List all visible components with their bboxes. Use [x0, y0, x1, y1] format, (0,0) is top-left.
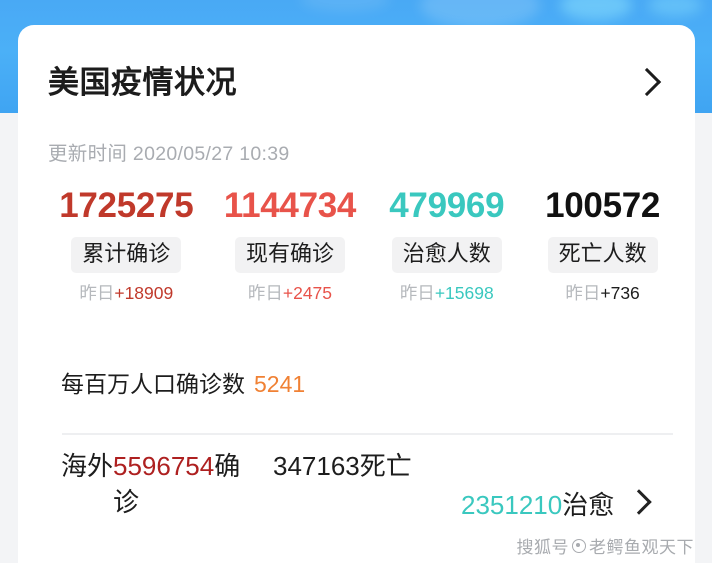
stat-value: 1144734 [223, 186, 357, 225]
cases-per-million-label: 每百万人口确诊数 [61, 371, 245, 397]
banner-decoration-shape [420, 0, 540, 28]
circle-dot-icon [572, 538, 586, 553]
stat-label: 现有确诊 [234, 237, 345, 273]
stat-delta-prefix: 昨日 [565, 282, 601, 303]
cases-per-million-row: 每百万人口确诊数 5241 [61, 373, 305, 396]
overseas-healed-unit: 治愈 [562, 490, 615, 520]
overseas-confirmed-number: 5596754 [113, 451, 215, 481]
stat-value: 1725275 [59, 186, 194, 225]
stat-delta-value: +2475 [282, 282, 333, 303]
overseas-deaths: 347163死亡 [273, 449, 433, 485]
stat-delta-prefix: 昨日 [79, 282, 115, 303]
stat-delta: 昨日+18909 [79, 282, 174, 303]
overseas-label: 海外 [61, 451, 114, 481]
stat-delta-prefix: 昨日 [399, 282, 435, 303]
overseas-expand-button[interactable] [626, 449, 660, 516]
stat-recovered[interactable]: 479969 治愈人数 昨日+15698 [369, 185, 524, 302]
stat-deaths[interactable]: 100572 死亡人数 昨日+736 [524, 185, 681, 302]
stat-delta: 昨日+2475 [247, 282, 333, 303]
stat-active-confirmed[interactable]: 1144734 现有确诊 昨日+2475 [211, 185, 370, 302]
stat-delta-value: +18909 [114, 282, 174, 303]
section-divider [62, 433, 673, 435]
banner-decoration-shape [560, 0, 632, 20]
overseas-healed-number: 2351210 [461, 490, 563, 520]
stat-delta-value: +736 [600, 282, 640, 303]
overseas-deaths-unit: 死亡 [359, 451, 412, 481]
stat-label: 累计确诊 [71, 237, 182, 273]
card-header[interactable]: 美国疫情状况 [48, 59, 669, 105]
stat-label: 死亡人数 [547, 237, 658, 273]
stat-cumulative-confirmed[interactable]: 1725275 累计确诊 昨日+18909 [42, 185, 211, 302]
overseas-deaths-number: 347163 [273, 451, 360, 481]
stat-delta: 昨日+736 [565, 282, 640, 303]
epidemic-status-card: 美国疫情状况 更新时间 2020/05/27 10:39 1725275 累计确… [18, 25, 695, 563]
stat-delta-prefix: 昨日 [247, 282, 283, 303]
watermark-prefix: 搜狐号 [516, 538, 569, 557]
stat-value: 479969 [389, 186, 505, 225]
page-title: 美国疫情状况 [48, 64, 237, 100]
watermark: 搜狐号 老鳄鱼观天下 [517, 533, 695, 558]
cases-per-million-value: 5241 [254, 371, 306, 397]
chevron-right-icon[interactable] [626, 489, 652, 515]
overseas-section[interactable]: 海外 5596754确诊 347163死亡 2351210治愈 [61, 449, 679, 524]
banner-decoration-shape [648, 0, 702, 16]
chevron-right-icon[interactable] [632, 67, 662, 97]
update-time-label: 更新时间 2020/05/27 10:39 [48, 143, 290, 165]
overseas-healed: 2351210治愈 [461, 449, 614, 524]
stat-label: 治愈人数 [391, 237, 502, 273]
stat-value: 100572 [545, 186, 661, 225]
statistics-row: 1725275 累计确诊 昨日+18909 1144734 现有确诊 昨日+24… [42, 185, 681, 302]
stat-delta-value: +15698 [434, 282, 494, 303]
overseas-confirmed: 5596754确诊 [113, 449, 247, 521]
banner-decoration-shape [300, 0, 390, 12]
stat-delta: 昨日+15698 [399, 282, 494, 303]
watermark-author: 老鳄鱼观天下 [589, 538, 694, 557]
